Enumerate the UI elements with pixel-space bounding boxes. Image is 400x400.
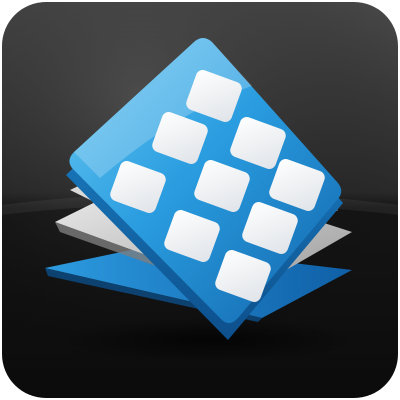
app-grid-icon [0, 0, 400, 400]
app-icon [0, 0, 400, 400]
